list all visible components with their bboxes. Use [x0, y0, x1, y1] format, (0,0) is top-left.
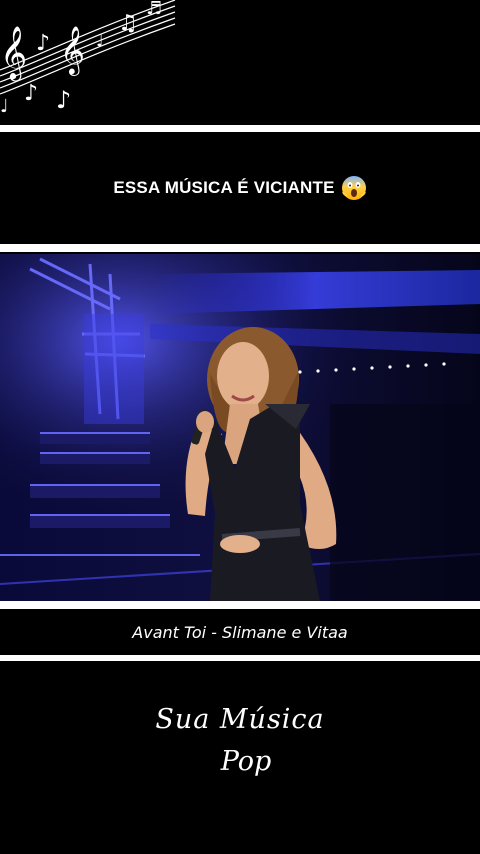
- music-notes-decoration-icon: 𝄞 𝄞 ♪ ♫ ♪ ♪ ♩ ♬ ♩: [0, 0, 176, 117]
- brand-name-line1: Sua Música: [155, 704, 325, 735]
- svg-text:♩: ♩: [0, 96, 9, 117]
- svg-text:♪: ♪: [24, 81, 38, 106]
- svg-text:♪: ♪: [36, 31, 50, 56]
- stage-scene: [0, 254, 480, 601]
- divider-top: [0, 125, 480, 132]
- svg-text:♫: ♫: [118, 11, 138, 36]
- song-title: Avant Toi - Slimane e Vitaa: [132, 622, 348, 642]
- svg-text:𝄞: 𝄞: [60, 25, 85, 76]
- caption-text: ESSA MÚSICA É VICIANTE: [113, 178, 335, 197]
- face-screaming-in-fear-icon: [341, 176, 366, 200]
- svg-text:♩: ♩: [96, 31, 104, 50]
- divider-caption-bottom: [0, 244, 480, 252]
- brand-name-line2: Pop: [220, 746, 272, 777]
- svg-text:♬: ♬: [146, 0, 162, 19]
- song-title-banner: Avant Toi - Slimane e Vitaa: [0, 610, 480, 654]
- video-frame[interactable]: [0, 254, 480, 601]
- divider-song-bottom: [0, 655, 480, 661]
- svg-text:𝄞: 𝄞: [0, 25, 27, 81]
- divider-video-bottom: [0, 601, 480, 609]
- svg-text:♪: ♪: [56, 86, 71, 114]
- brand-signature: Sua Música Pop: [0, 690, 480, 810]
- caption-banner: ESSA MÚSICA É VICIANTE: [0, 133, 480, 243]
